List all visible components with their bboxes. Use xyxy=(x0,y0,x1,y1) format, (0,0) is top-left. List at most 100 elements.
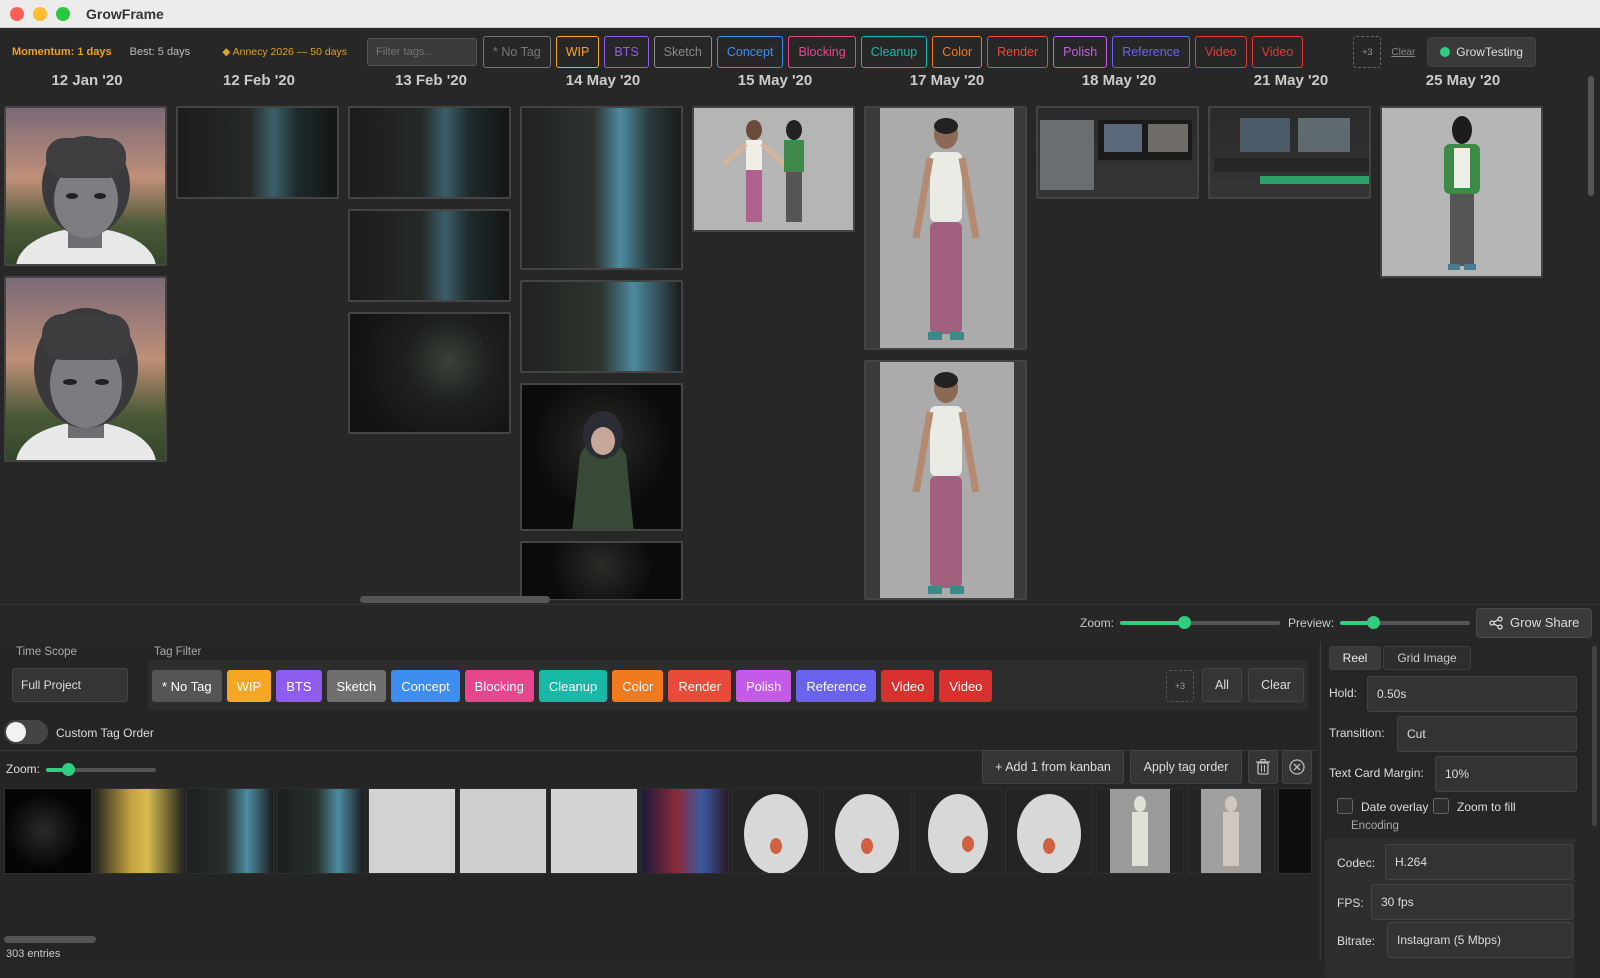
delete-button[interactable] xyxy=(1248,750,1278,784)
tag-chip[interactable]: Color xyxy=(932,36,983,68)
strip-frame[interactable] xyxy=(641,788,729,874)
tag-filter-chip[interactable]: Blocking xyxy=(464,670,534,702)
tag-filter-chip[interactable]: Polish xyxy=(735,670,792,702)
tab-grid-image[interactable]: Grid Image xyxy=(1383,646,1471,670)
strip-frame[interactable] xyxy=(277,788,365,874)
hold-label: Hold: xyxy=(1329,686,1358,700)
tag-chip[interactable]: Render xyxy=(987,36,1049,68)
tag-chip[interactable]: Sketch xyxy=(653,36,712,68)
tag-filter-chip[interactable]: BTS xyxy=(276,670,322,702)
board-horizontal-scrollbar[interactable] xyxy=(360,596,550,603)
strip-zoom-slider[interactable] xyxy=(46,763,156,776)
strip-frame[interactable] xyxy=(1187,788,1275,874)
strip-frame[interactable] xyxy=(1278,788,1312,874)
kanban-card[interactable] xyxy=(520,383,683,531)
more-tags-button[interactable]: +3 xyxy=(1353,36,1382,68)
tag-filter-chip[interactable]: Video xyxy=(939,670,993,702)
board-zoom-knob[interactable] xyxy=(1178,615,1192,629)
time-scope-select[interactable]: Full Project xyxy=(12,668,128,702)
strip-frame[interactable] xyxy=(368,788,456,874)
strip-frame[interactable] xyxy=(459,788,547,874)
strip-frame[interactable] xyxy=(732,788,820,874)
panel-vertical-scrollbar[interactable] xyxy=(1592,646,1597,826)
momentum-streak: Momentum: 1 days xyxy=(12,46,112,58)
tag-chip[interactable]: Blocking xyxy=(788,36,856,68)
kanban-card[interactable] xyxy=(348,209,511,302)
tag-filter-chip[interactable]: * No Tag xyxy=(152,670,222,702)
strip-horizontal-scrollbar[interactable] xyxy=(4,936,96,943)
tag-filter-input[interactable] xyxy=(367,38,478,66)
tag-filter-chip[interactable]: WIP xyxy=(226,670,272,702)
close-window-button[interactable] xyxy=(10,6,24,21)
grow-share-button[interactable]: Grow Share xyxy=(1476,607,1593,638)
account-button[interactable]: GrowTesting xyxy=(1427,37,1536,67)
kanban-card[interactable] xyxy=(520,541,683,600)
kanban-card[interactable] xyxy=(692,106,855,232)
text-card-margin-input[interactable]: 10% xyxy=(1435,756,1577,792)
kanban-card[interactable] xyxy=(348,106,511,199)
strip-frame[interactable] xyxy=(914,788,1002,874)
kanban-card[interactable] xyxy=(176,106,339,199)
board-vertical-scrollbar[interactable] xyxy=(1588,76,1594,196)
select-all-tags-button[interactable]: All xyxy=(1202,668,1242,702)
strip-frame[interactable] xyxy=(1096,788,1184,874)
kanban-card[interactable] xyxy=(348,312,511,434)
kanban-card[interactable] xyxy=(4,106,167,266)
custom-tag-order-toggle[interactable] xyxy=(4,720,48,744)
tag-chip[interactable]: Video xyxy=(1251,36,1304,68)
strip-frame[interactable] xyxy=(4,788,92,874)
tab-reel[interactable]: Reel xyxy=(1329,646,1381,670)
tag-filter-chip[interactable]: Cleanup xyxy=(538,670,608,702)
codec-select[interactable]: H.264 xyxy=(1385,844,1573,880)
tag-chip[interactable]: BTS xyxy=(604,36,649,68)
hold-input[interactable]: 0.50s xyxy=(1367,676,1577,712)
tag-filter-chip[interactable]: Color xyxy=(612,670,664,702)
kanban-card[interactable] xyxy=(864,360,1027,600)
tag-filter-chip[interactable]: Concept xyxy=(391,670,460,702)
strip-frame[interactable] xyxy=(550,788,638,874)
apply-tag-order-button[interactable]: Apply tag order xyxy=(1130,750,1242,784)
tag-chip[interactable]: Cleanup xyxy=(860,36,928,68)
add-from-kanban-button[interactable]: + Add 1 from kanban xyxy=(982,750,1124,784)
bitrate-select[interactable]: Instagram (5 Mbps) xyxy=(1387,922,1573,958)
clear-tags-link[interactable]: Clear xyxy=(1391,47,1415,58)
zoom-window-button[interactable] xyxy=(56,6,70,21)
account-name: GrowTesting xyxy=(1456,45,1523,59)
strip-frame[interactable] xyxy=(823,788,911,874)
strip-frame[interactable] xyxy=(95,788,183,874)
kanban-card[interactable] xyxy=(1208,106,1371,199)
kanban-card[interactable] xyxy=(864,106,1027,350)
clear-tag-filter-button[interactable]: Clear xyxy=(1248,668,1304,702)
tag-filter-chip[interactable]: Sketch xyxy=(326,670,387,702)
minimize-window-button[interactable] xyxy=(33,6,47,21)
close-strip-button[interactable] xyxy=(1282,750,1312,784)
tag-chip[interactable]: Reference xyxy=(1112,36,1190,68)
kanban-board[interactable]: 12 Jan '20 12 Feb '20 13 Feb '20 14 May … xyxy=(0,70,1590,600)
strip-frame[interactable] xyxy=(186,788,274,874)
kanban-card[interactable] xyxy=(520,106,683,270)
preview-size-slider[interactable] xyxy=(1340,615,1471,629)
face-model xyxy=(744,794,808,873)
tag-chip[interactable]: Concept xyxy=(716,36,784,68)
board-zoom-slider[interactable] xyxy=(1120,615,1281,629)
tag-chip[interactable]: WIP xyxy=(555,36,600,68)
strip-frame[interactable] xyxy=(1005,788,1093,874)
transition-select[interactable]: Cut xyxy=(1397,716,1577,752)
tag-chip[interactable]: Polish xyxy=(1053,36,1108,68)
kanban-card[interactable] xyxy=(1036,106,1199,199)
reel-strip[interactable] xyxy=(4,788,1312,874)
fps-select[interactable]: 30 fps xyxy=(1371,884,1573,920)
tag-chip[interactable]: * No Tag xyxy=(483,36,551,68)
zoom-to-fill-checkbox[interactable] xyxy=(1433,798,1449,814)
preview-size-knob[interactable] xyxy=(1367,615,1381,629)
date-overlay-checkbox[interactable] xyxy=(1337,798,1353,814)
tag-chip[interactable]: Video xyxy=(1194,36,1247,68)
strip-zoom-knob[interactable] xyxy=(62,763,75,776)
kanban-card[interactable] xyxy=(1380,106,1543,278)
kanban-card[interactable] xyxy=(4,276,167,462)
tag-filter-chip[interactable]: Render xyxy=(668,670,731,702)
tag-filter-chip[interactable]: Video xyxy=(881,670,935,702)
more-tags-button[interactable]: +3 xyxy=(1166,670,1194,702)
tag-filter-chip[interactable]: Reference xyxy=(796,670,877,702)
kanban-card[interactable] xyxy=(520,280,683,373)
